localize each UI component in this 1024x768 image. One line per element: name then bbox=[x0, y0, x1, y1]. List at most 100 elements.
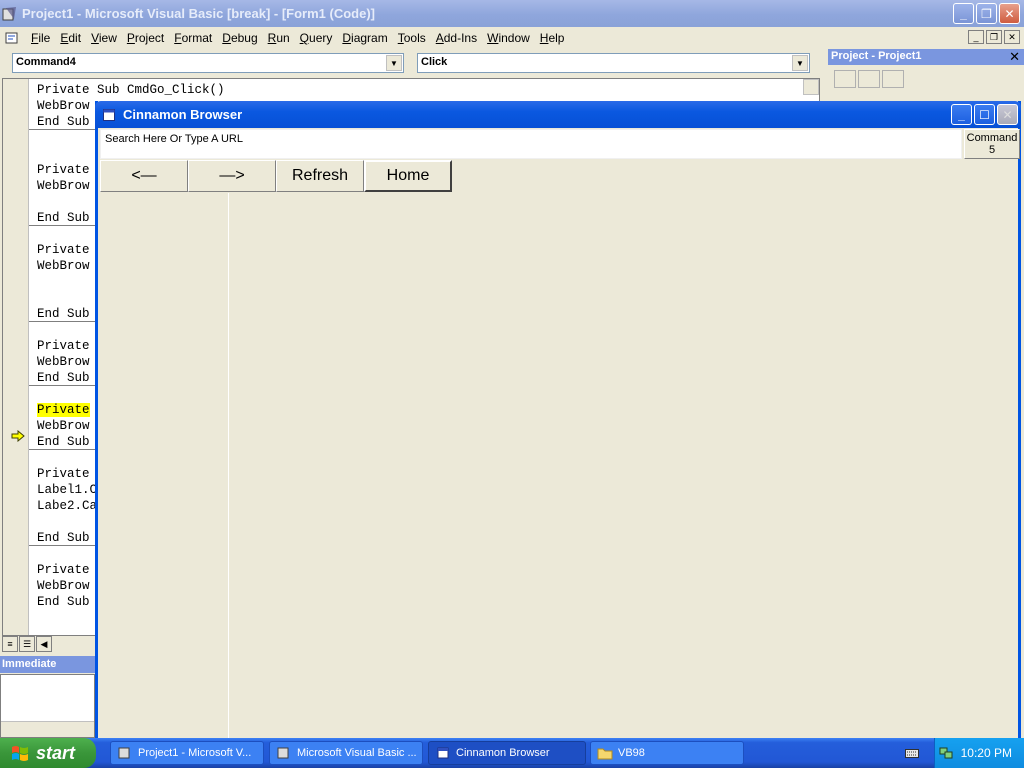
immediate-window[interactable] bbox=[0, 674, 95, 738]
code-line-text: Private bbox=[37, 163, 90, 177]
menu-add-ins[interactable]: Add-Ins bbox=[431, 31, 482, 45]
back-button[interactable]: <— bbox=[100, 160, 188, 192]
code-line-text: End Sub bbox=[37, 307, 90, 321]
project-explorer-title[interactable]: Project - Project1 ✕ bbox=[828, 49, 1024, 65]
clock[interactable]: 10:20 PM bbox=[961, 746, 1012, 760]
taskbar-item-label: Project1 - Microsoft V... bbox=[138, 747, 252, 759]
code-line-text: Private bbox=[37, 563, 90, 577]
close-icon[interactable]: ✕ bbox=[1009, 49, 1020, 65]
immediate-hscrollbar[interactable] bbox=[1, 721, 94, 737]
menu-file[interactable]: File bbox=[26, 31, 55, 45]
start-button[interactable]: start bbox=[0, 738, 96, 768]
menu-view[interactable]: View bbox=[86, 31, 122, 45]
maximize-button[interactable]: ☐ bbox=[974, 104, 995, 125]
forward-button[interactable]: —> bbox=[188, 160, 276, 192]
code-window-icon[interactable] bbox=[4, 30, 20, 46]
mdi-minimize-button[interactable]: _ bbox=[968, 30, 984, 44]
full-module-view-button[interactable]: ☰ bbox=[19, 636, 35, 652]
code-line-text: WebBrow bbox=[37, 419, 90, 433]
minimize-button[interactable]: _ bbox=[953, 3, 974, 24]
system-tray: 10:20 PM bbox=[934, 738, 1024, 768]
code-line-text: End Sub bbox=[37, 115, 90, 129]
code-line-text: End Sub bbox=[37, 211, 90, 225]
object-combo-value: Command4 bbox=[16, 56, 76, 68]
code-line-text: Private bbox=[37, 243, 90, 257]
procedure-combo[interactable]: Click ▼ bbox=[417, 53, 810, 73]
menu-edit[interactable]: Edit bbox=[55, 31, 86, 45]
menu-help[interactable]: Help bbox=[535, 31, 570, 45]
close-button[interactable]: ✕ bbox=[997, 104, 1018, 125]
scroll-left-button[interactable]: ◀ bbox=[36, 636, 52, 652]
menu-diagram[interactable]: Diagram bbox=[337, 31, 392, 45]
browser-form-window: Cinnamon Browser _ ☐ ✕ Search Here Or Ty… bbox=[95, 101, 1021, 741]
taskbar-item-label: Microsoft Visual Basic ... bbox=[297, 747, 417, 759]
menu-tools[interactable]: Tools bbox=[393, 31, 431, 45]
taskbar-item-cinnamon-browser[interactable]: Cinnamon Browser bbox=[428, 741, 586, 765]
scroll-up-button[interactable] bbox=[803, 79, 819, 95]
project-explorer-title-text: Project - Project1 bbox=[831, 50, 922, 62]
menu-bar: File Edit View Project Format Debug Run … bbox=[0, 27, 1024, 49]
form-icon bbox=[437, 747, 449, 759]
code-line-text: WebBrow bbox=[37, 579, 90, 593]
mdi-close-button[interactable]: ✕ bbox=[1004, 30, 1020, 44]
taskbar-item-project1[interactable]: Project1 - Microsoft V... bbox=[110, 741, 264, 765]
immediate-window-title[interactable]: Immediate bbox=[0, 656, 95, 673]
execution-point-arrow-icon bbox=[11, 430, 25, 442]
code-line-text: WebBrow bbox=[37, 259, 90, 273]
toggle-folders-button[interactable] bbox=[882, 70, 904, 88]
code-line-text: WebBrow bbox=[37, 355, 90, 369]
code-line-text: Private bbox=[37, 339, 90, 353]
code-line-text: Private bbox=[37, 467, 90, 481]
url-input[interactable]: Search Here Or Type A URL bbox=[100, 129, 962, 159]
code-line[interactable]: Private Sub CmdGo_Click() bbox=[37, 82, 225, 98]
project-explorer-toolbar bbox=[828, 66, 1024, 92]
network-icon[interactable] bbox=[939, 746, 953, 760]
object-combo[interactable]: Command4 ▼ bbox=[12, 53, 404, 73]
menu-window[interactable]: Window bbox=[482, 31, 535, 45]
command5-button[interactable]: Command 5 bbox=[964, 129, 1020, 159]
view-object-button[interactable] bbox=[858, 70, 880, 88]
view-code-button[interactable] bbox=[834, 70, 856, 88]
taskbar-item-label: VB98 bbox=[618, 747, 645, 759]
code-line-text: Label1.C bbox=[37, 483, 98, 497]
menu-project[interactable]: Project bbox=[122, 31, 169, 45]
code-line-text: Labe2.Ca bbox=[37, 499, 98, 513]
taskbar-item-vb98[interactable]: VB98 bbox=[590, 741, 744, 765]
code-line-text: WebBrow bbox=[37, 179, 90, 193]
command5-label: Command 5 bbox=[966, 132, 1018, 156]
windows-logo-icon bbox=[12, 746, 28, 761]
vb-icon bbox=[277, 747, 289, 759]
mdi-restore-button[interactable]: ❐ bbox=[986, 30, 1002, 44]
procedure-combo-value: Click bbox=[421, 56, 448, 68]
browser-title-bar[interactable]: Cinnamon Browser _ ☐ ✕ bbox=[95, 101, 1021, 128]
code-line-text: Private bbox=[37, 403, 90, 417]
code-line-text: End Sub bbox=[37, 371, 90, 385]
margin-indicator-bar[interactable] bbox=[3, 79, 29, 635]
chevron-down-icon[interactable]: ▼ bbox=[792, 55, 808, 71]
refresh-button[interactable]: Refresh bbox=[276, 160, 364, 192]
minimize-button[interactable]: _ bbox=[951, 104, 972, 125]
vb-app-icon bbox=[2, 6, 16, 20]
chevron-down-icon[interactable]: ▼ bbox=[386, 55, 402, 71]
menu-format[interactable]: Format bbox=[169, 31, 217, 45]
procedure-view-button[interactable]: ≡ bbox=[2, 636, 18, 652]
close-button[interactable]: ✕ bbox=[999, 3, 1020, 24]
code-line-text: End Sub bbox=[37, 531, 90, 545]
view-toggle-bar: ≡ ☰ ◀ bbox=[2, 636, 94, 652]
browser-title: Cinnamon Browser bbox=[123, 107, 243, 122]
restore-button[interactable]: ❐ bbox=[976, 3, 997, 24]
code-line-text: End Sub bbox=[37, 595, 90, 609]
menu-query[interactable]: Query bbox=[295, 31, 338, 45]
menu-debug[interactable]: Debug bbox=[217, 31, 262, 45]
code-line-text: End Sub bbox=[37, 435, 90, 449]
web-browser-divider bbox=[228, 193, 229, 738]
taskbar-item-vb[interactable]: Microsoft Visual Basic ... bbox=[269, 741, 423, 765]
form-icon bbox=[103, 108, 115, 121]
taskbar-item-label: Cinnamon Browser bbox=[456, 747, 550, 759]
home-button[interactable]: Home bbox=[364, 160, 452, 192]
menu-run[interactable]: Run bbox=[263, 31, 295, 45]
vb-icon bbox=[118, 747, 130, 759]
code-line-text: WebBrow bbox=[37, 99, 90, 113]
keyboard-icon[interactable] bbox=[905, 747, 919, 759]
vb-title-bar[interactable]: Project1 - Microsoft Visual Basic [break… bbox=[0, 0, 1024, 27]
